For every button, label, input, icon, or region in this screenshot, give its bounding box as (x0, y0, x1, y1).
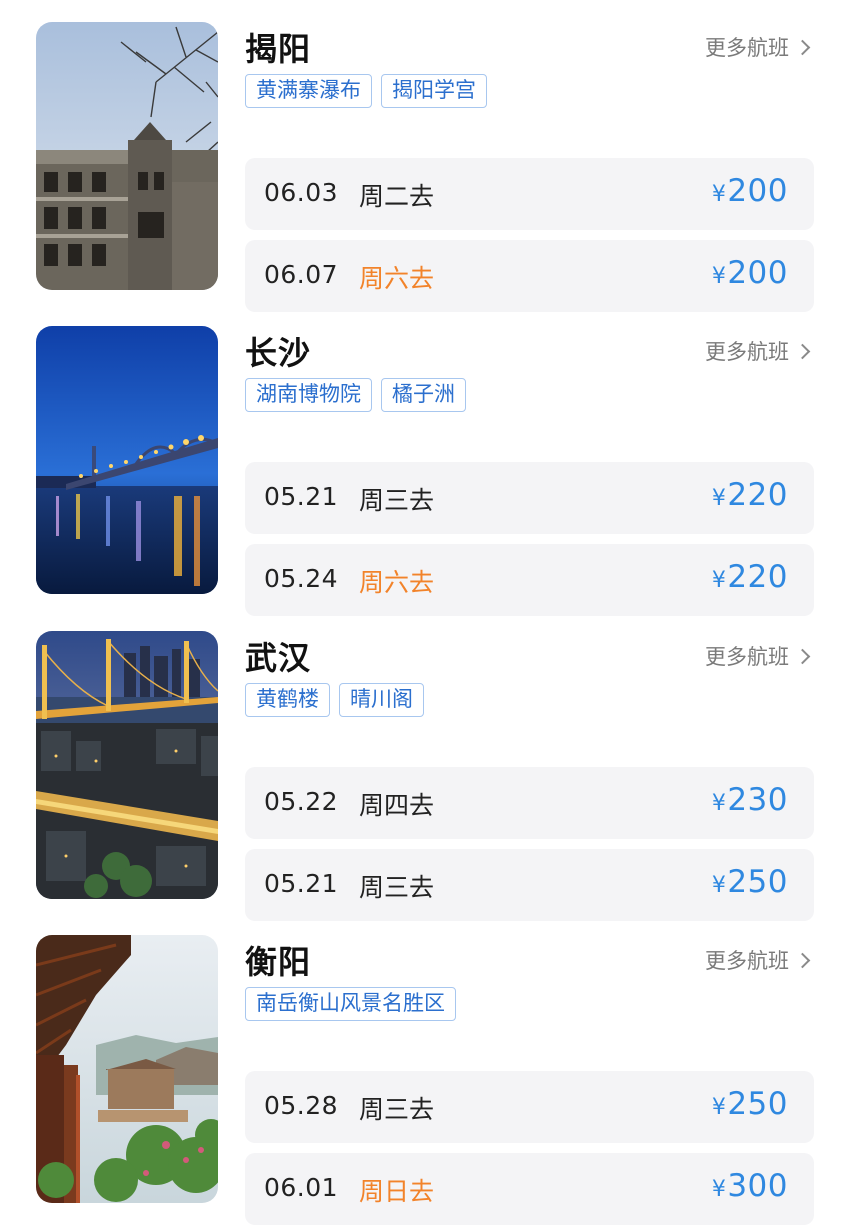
attraction-tags: 南岳衡山风景名胜区 (245, 987, 456, 1021)
flight-price: ¥230 (712, 782, 788, 818)
flight-date: 05.21 (264, 869, 339, 898)
flight-row[interactable]: 06.01 周日去 ¥300 (245, 1153, 814, 1225)
flight-row[interactable]: 05.24 周六去 ¥220 (245, 544, 814, 616)
chevron-right-icon (794, 648, 811, 664)
flight-date: 05.24 (264, 564, 339, 593)
attraction-tag[interactable]: 南岳衡山风景名胜区 (245, 987, 456, 1021)
flight-day: 周三去 (359, 486, 435, 515)
flight-price: ¥220 (712, 559, 788, 595)
flight-day: 周三去 (359, 873, 435, 902)
flight-day: 周三去 (359, 1095, 435, 1124)
attraction-tag[interactable]: 黄满寨瀑布 (245, 74, 372, 108)
price-value: 200 (727, 173, 788, 209)
attraction-tag[interactable]: 橘子洲 (381, 378, 466, 412)
flight-row[interactable]: 06.07 周六去 ¥200 (245, 240, 814, 312)
price-value: 230 (727, 782, 788, 818)
currency-symbol: ¥ (711, 873, 727, 898)
attraction-tag[interactable]: 揭阳学宫 (381, 74, 487, 108)
more-flights-label: 更多航班 (705, 949, 789, 973)
flight-date: 05.22 (264, 787, 339, 816)
more-flights-label: 更多航班 (705, 645, 789, 669)
flight-price: ¥300 (712, 1168, 788, 1204)
price-value: 250 (727, 1086, 788, 1122)
city-photo-jieyang[interactable] (36, 22, 218, 290)
wuhan-photo-image (36, 631, 218, 899)
flight-row[interactable]: 05.21 周三去 ¥220 (245, 462, 814, 534)
city-name: 衡阳 (245, 943, 312, 981)
price-value: 220 (727, 477, 788, 513)
price-value: 300 (727, 1168, 788, 1204)
flight-date: 05.21 (264, 482, 339, 511)
currency-symbol: ¥ (711, 1177, 727, 1202)
destination-card-wuhan[interactable]: 武汉 更多航班 黄鹤楼 晴川阁 05.22 周四去 ¥230 05.21 周三去… (0, 631, 850, 921)
more-flights-link[interactable]: 更多航班 (705, 641, 811, 671)
changsha-photo-image (36, 326, 218, 594)
flight-day: 周四去 (359, 791, 435, 820)
price-value: 250 (727, 864, 788, 900)
flight-day: 周二去 (359, 182, 435, 211)
jieyang-photo-image (36, 22, 218, 290)
flight-day: 周六去 (359, 568, 435, 597)
flight-row[interactable]: 06.03 周二去 ¥200 (245, 158, 814, 230)
city-photo-changsha[interactable] (36, 326, 218, 594)
currency-symbol: ¥ (711, 1095, 727, 1120)
attraction-tag[interactable]: 黄鹤楼 (245, 683, 330, 717)
flight-date: 06.07 (264, 260, 339, 289)
currency-symbol: ¥ (711, 568, 727, 593)
flight-row[interactable]: 05.21 周三去 ¥250 (245, 849, 814, 921)
destination-card-jieyang[interactable]: 揭阳 更多航班 黄满寨瀑布 揭阳学宫 06.03 周二去 ¥200 06.07 … (0, 22, 850, 312)
currency-symbol: ¥ (711, 264, 727, 289)
destination-card-changsha[interactable]: 长沙 更多航班 湖南博物院 橘子洲 05.21 周三去 ¥220 05.24 周… (0, 326, 850, 616)
attraction-tags: 湖南博物院 橘子洲 (245, 378, 466, 412)
currency-symbol: ¥ (711, 486, 727, 511)
flight-date: 05.28 (264, 1091, 339, 1120)
chevron-right-icon (794, 952, 811, 968)
flight-day: 周六去 (359, 264, 435, 293)
attraction-tags: 黄满寨瀑布 揭阳学宫 (245, 74, 487, 108)
attraction-tag[interactable]: 湖南博物院 (245, 378, 372, 412)
currency-symbol: ¥ (711, 791, 727, 816)
flight-price: ¥250 (712, 864, 788, 900)
price-value: 200 (727, 255, 788, 291)
more-flights-link[interactable]: 更多航班 (705, 945, 811, 975)
flight-date: 06.03 (264, 178, 339, 207)
destination-card-hengyang[interactable]: 衡阳 更多航班 南岳衡山风景名胜区 05.28 周三去 ¥250 06.01 周… (0, 935, 850, 1225)
city-name: 揭阳 (245, 30, 312, 68)
more-flights-label: 更多航班 (705, 36, 789, 60)
flight-day: 周日去 (359, 1177, 435, 1206)
chevron-right-icon (794, 39, 811, 55)
city-name: 长沙 (245, 334, 312, 372)
flight-price: ¥220 (712, 477, 788, 513)
more-flights-link[interactable]: 更多航班 (705, 32, 811, 62)
flight-row[interactable]: 05.28 周三去 ¥250 (245, 1071, 814, 1143)
more-flights-label: 更多航班 (705, 340, 789, 364)
flight-price: ¥200 (712, 173, 788, 209)
city-name: 武汉 (245, 639, 312, 677)
more-flights-link[interactable]: 更多航班 (705, 336, 811, 366)
price-value: 220 (727, 559, 788, 595)
city-photo-hengyang[interactable] (36, 935, 218, 1203)
chevron-right-icon (794, 343, 811, 359)
flight-date: 06.01 (264, 1173, 339, 1202)
hengyang-photo-image (36, 935, 218, 1203)
city-photo-wuhan[interactable] (36, 631, 218, 899)
attraction-tags: 黄鹤楼 晴川阁 (245, 683, 424, 717)
currency-symbol: ¥ (711, 182, 727, 207)
flight-price: ¥200 (712, 255, 788, 291)
flight-price: ¥250 (712, 1086, 788, 1122)
attraction-tag[interactable]: 晴川阁 (339, 683, 424, 717)
flight-row[interactable]: 05.22 周四去 ¥230 (245, 767, 814, 839)
